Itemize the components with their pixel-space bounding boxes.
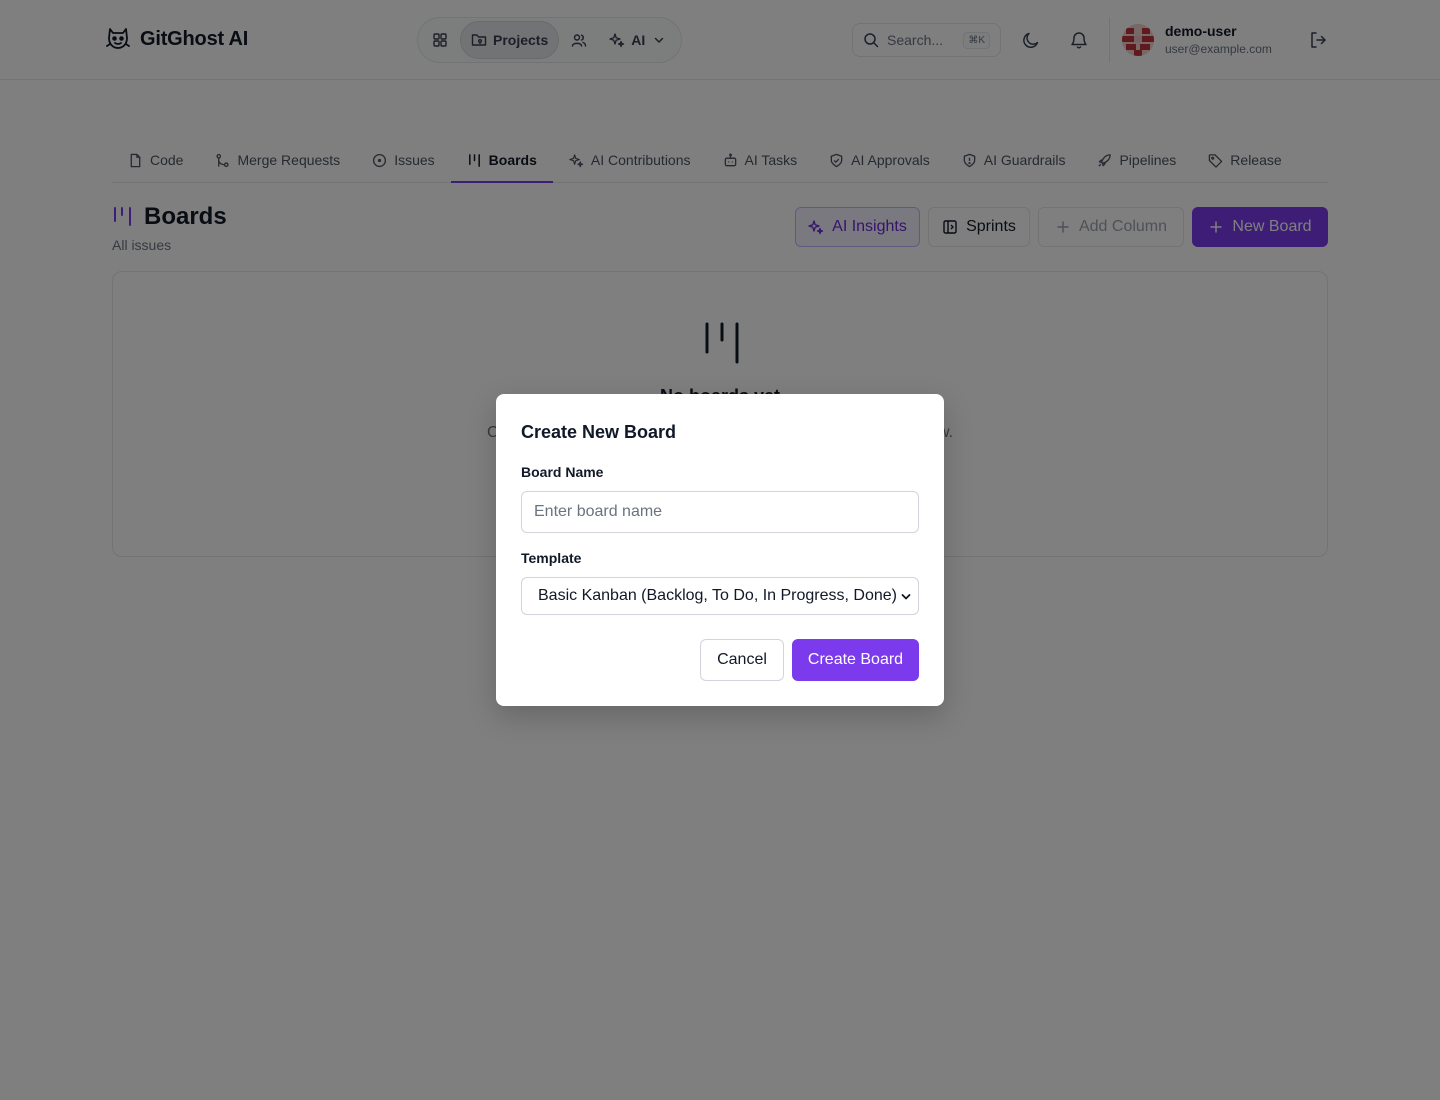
cancel-label: Cancel — [717, 651, 767, 668]
board-name-input[interactable] — [521, 491, 919, 533]
template-selected-value: Basic Kanban (Backlog, To Do, In Progres… — [538, 587, 897, 604]
create-board-dialog: Create New Board Board Name Template Bas… — [496, 394, 944, 706]
chevron-down-icon — [901, 594, 911, 600]
cancel-button[interactable]: Cancel — [700, 639, 784, 681]
template-select[interactable]: Basic Kanban (Backlog, To Do, In Progres… — [521, 577, 919, 615]
board-name-label: Board Name — [521, 464, 604, 480]
create-board-label: Create Board — [807, 651, 904, 668]
template-label: Template — [521, 550, 582, 566]
create-board-button[interactable]: Create Board — [792, 639, 919, 681]
dialog-title: Create New Board — [521, 422, 677, 442]
